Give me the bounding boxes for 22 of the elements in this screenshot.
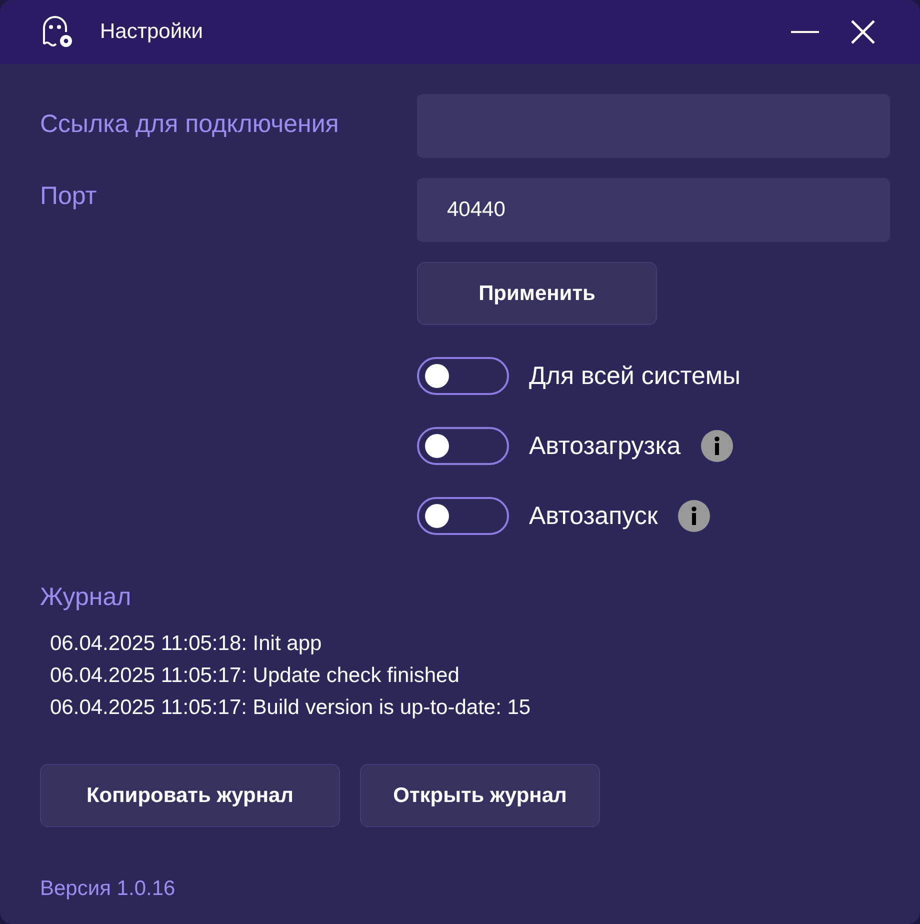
version-text: Версия 1.0.16 [40, 877, 176, 901]
toggle-switch[interactable] [417, 497, 509, 535]
info-icon[interactable] [700, 430, 733, 462]
window-title: Настройки [100, 20, 204, 44]
close-icon [850, 19, 876, 45]
minimize-icon [791, 30, 819, 34]
log-button[interactable]: Открыть журнал [360, 764, 600, 827]
apply-button[interactable]: Применить [417, 262, 657, 325]
log-line: 06.04.2025 11:05:18: Init app [50, 631, 322, 657]
toggle-label: Автозагрузка [529, 432, 681, 460]
log-line: 06.04.2025 11:05:17: Build version is up-to-date: 15 [50, 695, 531, 721]
log-line: 06.04.2025 11:05:17: Update check finished [50, 663, 460, 689]
log-button[interactable]: Копировать журнал [40, 764, 340, 827]
info-icon[interactable] [678, 500, 710, 532]
toggle-switch[interactable] [417, 357, 509, 395]
toggle-label: Для всей системы [529, 362, 741, 390]
log-title: Журнал [40, 583, 132, 612]
input-field[interactable]: 40440 [417, 178, 890, 242]
field-label: Ссылка для подключения [40, 109, 340, 140]
toggle-switch[interactable] [417, 427, 509, 465]
field-label: Порт [40, 181, 98, 212]
toggle-label: Автозапуск [529, 502, 658, 530]
